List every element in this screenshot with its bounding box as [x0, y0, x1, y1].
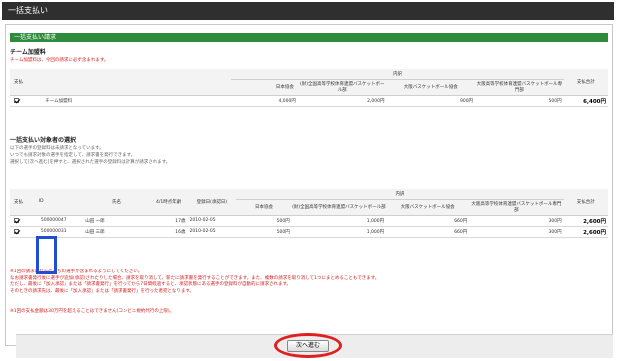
- table-row: チーム加盟料 4,000円 2,000円 900円 500円 6,400円: [10, 95, 608, 107]
- col-breakdown: 内訳: [231, 69, 564, 80]
- member-section-title: 一括支払い対象者の選択: [10, 137, 77, 144]
- col-osaka-hs: 大阪高等学校体育連盟バスケットボール専門部: [475, 79, 564, 96]
- table-row: 500000031 山田 三郎 16歳 2010-02-05 500円 1,00…: [10, 226, 608, 238]
- col-osaka: 大阪バスケットボール協会: [386, 79, 476, 96]
- col-pay: 支払: [10, 69, 44, 96]
- next-button-highlight: [274, 333, 342, 358]
- team-fee-table: 支払 内訳 支払合計 日本協会 (財)全国高等学校体育連盟バスケットボール部 大…: [10, 69, 608, 107]
- member-section-notes: 以下の選手の登録料は未請求となっています。 いつでも請求対象の選手を指定して、請…: [10, 146, 171, 165]
- warning-notes: ※1回の請求になるべくちの選手が含まれるようにしてください。 なお請求書発行後に…: [10, 269, 380, 294]
- team-fee-checkbox[interactable]: [14, 97, 19, 103]
- team-fee-title: チーム加盟料: [10, 49, 46, 56]
- col-national: (財)全国高等学校体育連盟バスケットボール部: [297, 79, 387, 96]
- col-total: 支払合計: [563, 69, 608, 96]
- limit-note: ※1回の支払金額は30万円を超えることはできません(コンビニ規約代行の上限)。: [10, 309, 175, 314]
- section-header: 一括支払い請求: [10, 33, 608, 42]
- checkbox-highlight: [36, 236, 57, 274]
- page: 一括支払い 一括支払い請求 チーム加盟料 チーム加盟料は、今回の請求に必ず含まれ…: [0, 0, 619, 361]
- team-fee-note: チーム加盟料は、今回の請求に必ず含まれます。: [10, 58, 109, 63]
- table-row: 500000047 山田 一郎 17歳 2010-02-05 500円 1,00…: [10, 215, 608, 227]
- member-table: 支払 ID 氏名 4/1時点年齢 登録日(承認日) 内訳 支払合計 日本協会 (…: [10, 189, 608, 238]
- member-checkbox-1[interactable]: [14, 217, 19, 223]
- col-japan: 日本協会: [231, 79, 298, 96]
- window-title: 一括支払い: [2, 2, 614, 20]
- member-checkbox-2[interactable]: [14, 228, 19, 234]
- main-panel: 一括支払い請求 チーム加盟料 チーム加盟料は、今回の請求に必ず含まれます。 支払…: [5, 24, 613, 346]
- team-fee-name: チーム加盟料: [43, 95, 232, 107]
